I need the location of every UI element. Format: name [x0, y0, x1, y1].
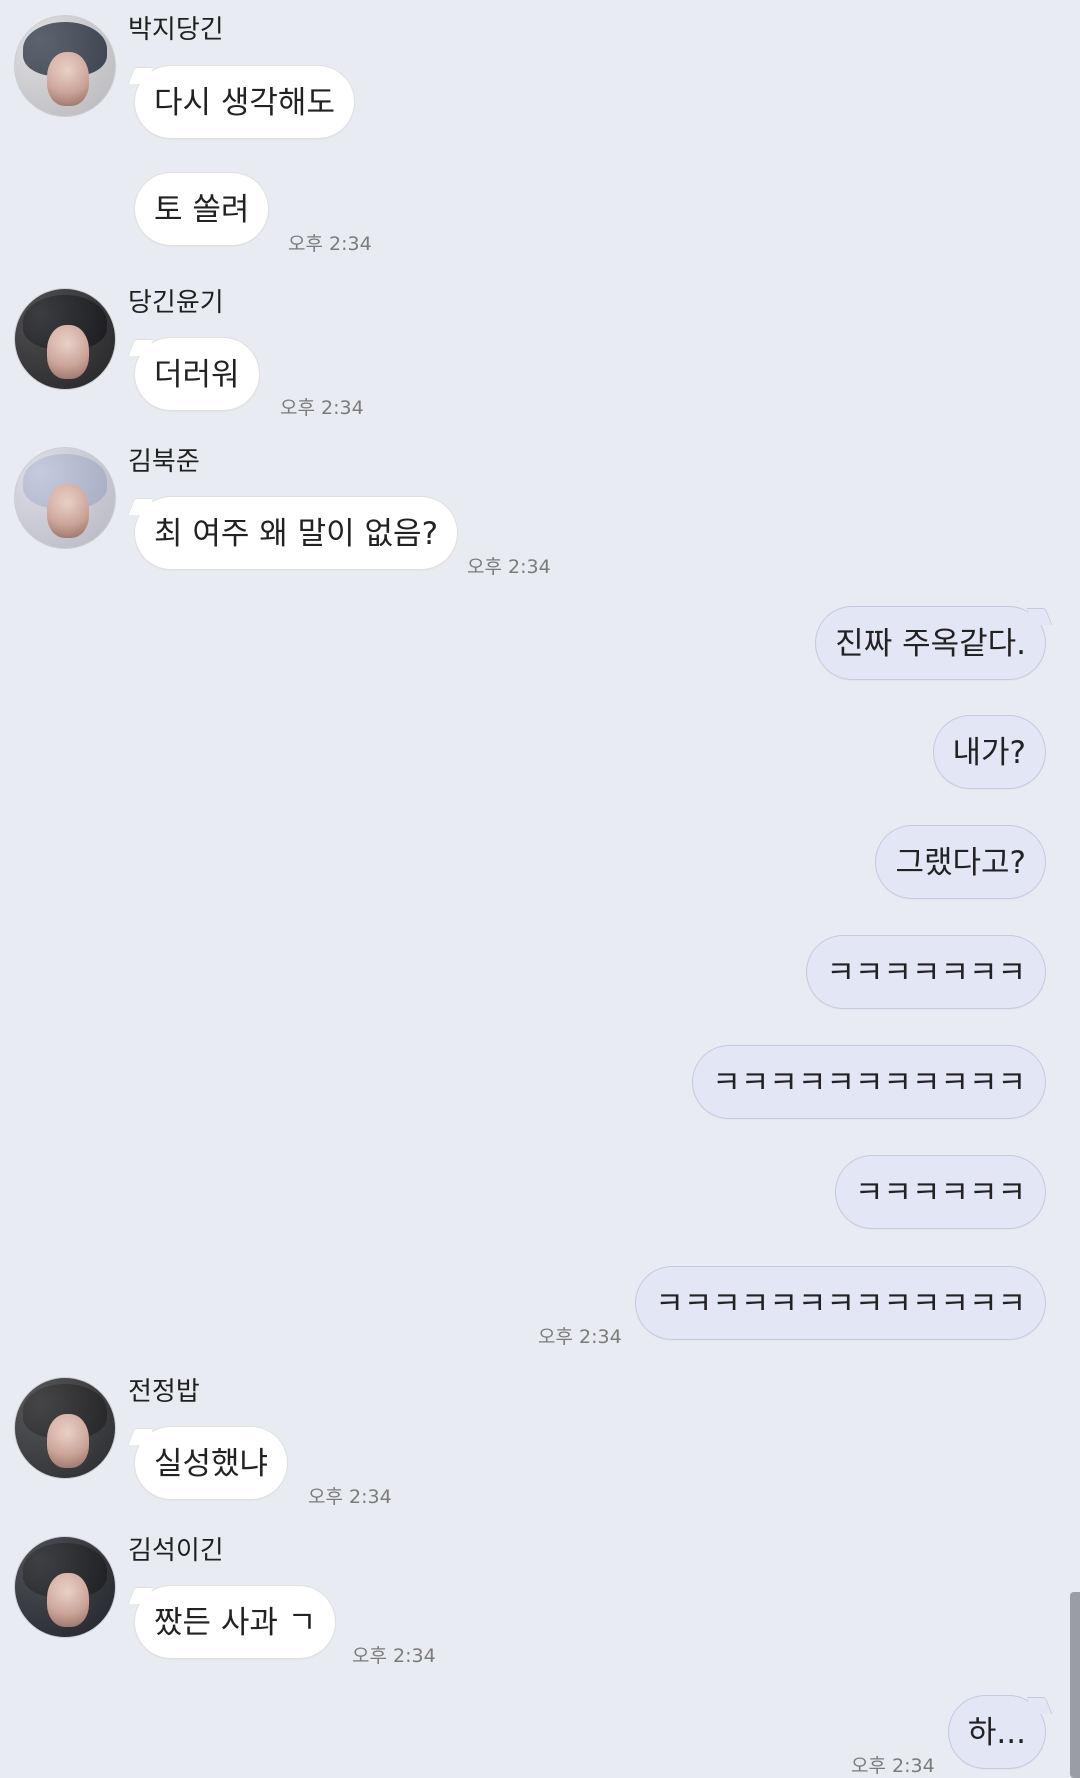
message-bubble[interactable]: 실성했냐	[134, 1426, 289, 1500]
message-time: 오후 2:34	[538, 1326, 622, 1348]
avatar-shade	[15, 289, 115, 389]
avatar-shade	[15, 1378, 115, 1478]
sender-name: 전정밥	[128, 1377, 200, 1407]
my-message-bubble[interactable]: 그랬다고?	[875, 825, 1046, 899]
avatar[interactable]	[15, 1537, 115, 1637]
message-bubble[interactable]: 더러워	[134, 337, 260, 411]
my-message-bubble[interactable]: ㅋㅋㅋㅋㅋㅋㅋㅋㅋㅋㅋㅋㅋ	[635, 1266, 1046, 1340]
message-bubble[interactable]: 최 여주 왜 말이 없음?	[134, 496, 459, 570]
avatar[interactable]	[15, 1378, 115, 1478]
sender-name: 김석이긴	[128, 1536, 224, 1566]
avatar-shade	[15, 448, 115, 548]
avatar[interactable]	[15, 289, 115, 389]
sender-name: 당긴윤기	[128, 288, 224, 318]
my-message-bubble[interactable]: 하...	[947, 1695, 1046, 1769]
message-time: 오후 2:34	[467, 556, 551, 578]
scrollbar[interactable]	[1070, 1592, 1080, 1778]
message-bubble[interactable]: 짰든 사과 ㄱ	[134, 1585, 337, 1659]
avatar[interactable]	[15, 448, 115, 548]
chat-screen[interactable]: 박지당긴 다시 생각해도 토 쏠려 오후 2:34 당긴윤기 더러워 오후 2:…	[0, 0, 1080, 1778]
my-message-bubble[interactable]: ㅋㅋㅋㅋㅋㅋㅋㅋㅋㅋㅋ	[692, 1045, 1046, 1119]
message-time: 오후 2:34	[352, 1645, 436, 1667]
message-time: 오후 2:34	[851, 1755, 935, 1777]
sender-name: 박지당긴	[128, 15, 224, 45]
message-time: 오후 2:34	[280, 397, 364, 419]
message-bubble[interactable]: 다시 생각해도	[134, 65, 355, 139]
my-message-bubble[interactable]: ㅋㅋㅋㅋㅋㅋㅋ	[806, 935, 1046, 1009]
message-time: 오후 2:34	[308, 1486, 392, 1508]
message-time: 오후 2:34	[288, 233, 372, 255]
sender-name: 김북준	[128, 447, 200, 477]
my-message-bubble[interactable]: 진짜 주옥같다.	[815, 606, 1046, 680]
avatar-shade	[15, 1537, 115, 1637]
my-message-bubble[interactable]: 내가?	[932, 715, 1046, 789]
message-bubble[interactable]: 토 쏠려	[134, 172, 270, 246]
avatar-shade	[15, 16, 115, 116]
my-message-bubble[interactable]: ㅋㅋㅋㅋㅋㅋ	[834, 1155, 1046, 1229]
avatar[interactable]	[15, 16, 115, 116]
